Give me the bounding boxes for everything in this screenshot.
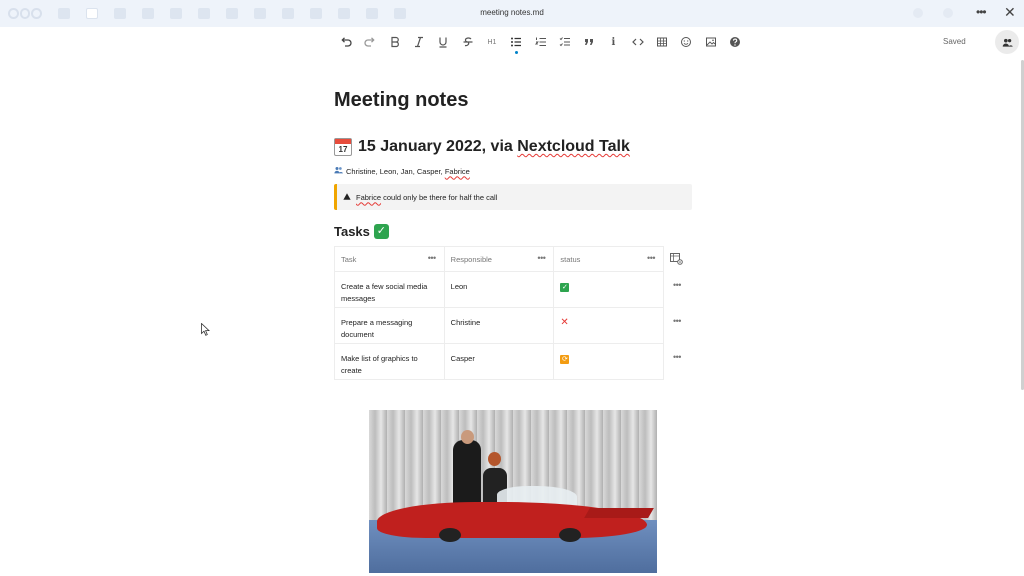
photo-car-fin — [584, 508, 654, 518]
column-menu-icon[interactable]: ••• — [428, 253, 436, 263]
attendees-line: Christine, Leon, Jan, Casper, Fabrice — [334, 166, 470, 176]
tasks-heading-text: Tasks — [334, 224, 370, 239]
attendees-text: Christine, Leon, Jan, Casper, Fabrice — [346, 167, 470, 176]
row-menu-icon[interactable]: ••• — [673, 352, 681, 362]
table-settings-icon[interactable] — [670, 252, 683, 265]
table-header-status[interactable]: status ••• — [553, 246, 664, 272]
status-cell[interactable]: ✕ — [553, 307, 664, 344]
attendee-fabrice: Fabrice — [444, 166, 470, 176]
meeting-heading: 17 15 January 2022, via Nextcloud Talk — [334, 138, 630, 156]
warning-callout[interactable]: Fabrice could only be there for half the… — [334, 184, 692, 210]
image-icon[interactable] — [698, 33, 722, 51]
cross-mark-icon: ✕ — [560, 317, 569, 328]
emoji-icon[interactable] — [674, 33, 698, 51]
meeting-heading-text: 15 January 2022, via Nextcloud Talk — [358, 138, 630, 156]
row-menu-icon[interactable]: ••• — [673, 316, 681, 326]
code-block-icon[interactable] — [626, 33, 650, 51]
photo-car-wheel — [439, 528, 461, 542]
photo-car-wheel — [559, 528, 581, 542]
table-row: Prepare a messaging document Christine ✕ — [334, 307, 664, 344]
tasks-heading: Tasks ✓ — [334, 224, 389, 239]
mouse-cursor-icon — [201, 323, 210, 336]
header-label: status — [560, 255, 581, 264]
column-menu-icon[interactable]: ••• — [647, 253, 655, 263]
table-row: Make list of graphics to create Casper ⟳ — [334, 343, 664, 380]
bold-icon[interactable] — [383, 33, 407, 51]
save-status: Saved — [943, 37, 966, 46]
task-cell[interactable]: Prepare a messaging document — [334, 307, 445, 344]
repeat-icon: ⟳ — [560, 355, 570, 364]
embedded-photo[interactable] — [369, 410, 657, 573]
meeting-date-text: 15 January 2022, via — [358, 138, 518, 155]
italic-icon[interactable] — [407, 33, 431, 51]
callout-name: Fabrice — [356, 192, 382, 202]
blockquote-icon[interactable] — [577, 33, 601, 51]
underline-icon[interactable] — [431, 33, 455, 51]
calendar-day: 17 — [338, 145, 348, 154]
attendees-names: Christine, Leon, Jan, Casper, — [346, 166, 445, 176]
people-icon — [334, 166, 343, 176]
document-title: meeting notes.md — [480, 8, 544, 17]
responsible-cell[interactable]: Christine — [443, 307, 555, 344]
page-title: Meeting notes — [334, 89, 469, 111]
photo-woman-head — [488, 452, 501, 466]
redo-icon[interactable] — [358, 33, 382, 51]
strikethrough-icon[interactable] — [455, 33, 479, 51]
task-cell[interactable]: Create a few social media messages — [334, 271, 445, 308]
bullet-list-icon[interactable] — [504, 33, 528, 54]
close-icon[interactable]: ✕ — [1004, 5, 1016, 19]
info-box-icon[interactable]: i — [601, 33, 625, 51]
table-icon[interactable] — [650, 33, 674, 51]
people-icon — [1002, 38, 1013, 47]
tasks-table: Task ••• Responsible ••• status ••• Create … — [334, 246, 664, 380]
search-icon[interactable] — [913, 8, 923, 18]
sessions-button[interactable] — [995, 30, 1019, 54]
task-cell[interactable]: Make list of graphics to create — [334, 343, 445, 380]
check-mark-icon: ✓ — [560, 283, 570, 292]
callout-message: could only be there for half the call — [381, 192, 498, 202]
undo-icon[interactable] — [334, 33, 358, 51]
help-icon[interactable] — [723, 33, 747, 51]
status-cell[interactable]: ✓ — [553, 271, 664, 308]
responsible-cell[interactable]: Casper — [443, 343, 555, 380]
row-menu-icon[interactable]: ••• — [673, 280, 681, 290]
status-cell[interactable]: ⟳ — [553, 343, 664, 380]
nextcloud-talk-text: Nextcloud Talk — [517, 138, 630, 155]
heading-icon[interactable]: H1 — [480, 33, 504, 51]
table-row: Create a few social media messages Leon … — [334, 271, 664, 308]
header-label: Responsible — [450, 255, 492, 264]
responsible-cell[interactable]: Leon — [443, 271, 555, 308]
task-list-icon[interactable] — [553, 33, 577, 51]
table-header-task[interactable]: Task ••• — [334, 246, 445, 272]
more-actions-icon[interactable]: ••• — [976, 6, 987, 18]
table-header-responsible[interactable]: Responsible ••• — [443, 246, 555, 272]
notifications-icon[interactable] — [943, 8, 953, 18]
callout-text: Fabrice could only be there for half the… — [356, 193, 497, 202]
check-mark-icon: ✓ — [373, 224, 389, 239]
app-header: meeting notes.md ••• ✕ — [0, 0, 1024, 27]
editor-toolbar: H1 i — [334, 33, 747, 54]
column-menu-icon[interactable]: ••• — [537, 253, 545, 263]
warning-icon — [343, 192, 351, 202]
header-label: Task — [341, 255, 357, 264]
ordered-list-icon[interactable] — [528, 33, 552, 51]
calendar-icon: 17 — [334, 138, 352, 156]
photo-man-head — [461, 430, 474, 444]
